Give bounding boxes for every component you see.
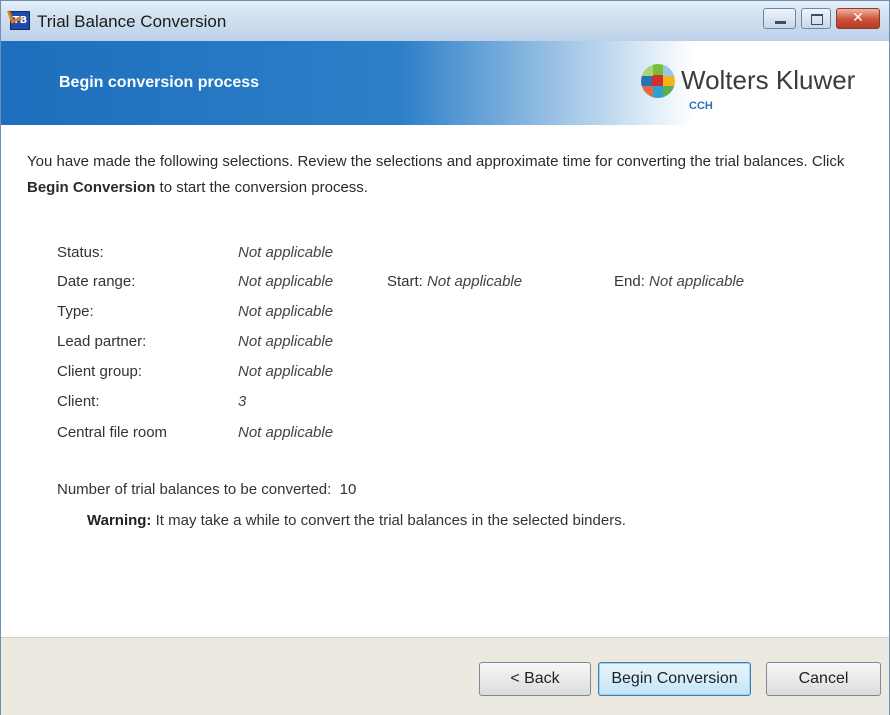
selection-label: Date range: bbox=[57, 273, 136, 290]
intro-text: You have made the following selections. … bbox=[27, 149, 877, 201]
date-range-end: End: Not applicable bbox=[614, 273, 744, 290]
selection-label: Client group: bbox=[57, 363, 143, 380]
selection-label: Status: bbox=[57, 244, 104, 261]
selection-label: Client: bbox=[57, 393, 100, 410]
selection-label: Type: bbox=[57, 303, 94, 320]
maximize-icon bbox=[811, 14, 823, 25]
logo-mark-icon bbox=[641, 64, 675, 98]
header-banner: Begin conversion process Wolters Kluwer … bbox=[1, 41, 889, 125]
selection-value: Not applicable bbox=[238, 273, 334, 290]
selection-label: Central file room bbox=[57, 424, 168, 441]
selection-value: 3 bbox=[238, 393, 247, 410]
app-icon: TB bbox=[7, 7, 30, 30]
selection-value: Not applicable bbox=[238, 244, 334, 261]
start-label: Start: bbox=[387, 273, 423, 290]
dialog-window: TB Trial Balance Conversion ✕ Begin conv… bbox=[0, 0, 890, 715]
logo-subtitle: CCH bbox=[689, 100, 713, 112]
trial-balance-count: Number of trial balances to be converted… bbox=[57, 481, 356, 498]
intro-text-part1: You have made the following selections. … bbox=[27, 153, 845, 170]
cancel-button[interactable]: Cancel bbox=[766, 662, 881, 696]
page-title: Begin conversion process bbox=[59, 74, 260, 91]
window-title: Trial Balance Conversion bbox=[37, 12, 227, 31]
maximize-button[interactable] bbox=[801, 8, 831, 29]
selection-label: Lead partner: bbox=[57, 333, 147, 350]
title-bar[interactable]: TB Trial Balance Conversion ✕ bbox=[1, 1, 889, 41]
date-range-start: Start: Not applicable bbox=[387, 273, 522, 290]
minimize-icon bbox=[775, 21, 786, 24]
start-value: Not applicable bbox=[427, 273, 523, 290]
count-value: 10 bbox=[339, 481, 357, 498]
minimize-button[interactable] bbox=[763, 8, 796, 29]
selection-value: Not applicable bbox=[238, 303, 334, 320]
begin-conversion-button[interactable]: Begin Conversion bbox=[598, 662, 751, 696]
warning-text: It may take a while to convert the trial… bbox=[155, 512, 626, 529]
selection-value: Not applicable bbox=[238, 363, 334, 380]
intro-text-part2: to start the conversion process. bbox=[155, 179, 368, 196]
selection-value: Not applicable bbox=[238, 333, 334, 350]
intro-bold-text: Begin Conversion bbox=[27, 179, 156, 196]
company-logo: Wolters Kluwer CCH bbox=[641, 63, 871, 117]
close-icon: ✕ bbox=[852, 10, 864, 26]
warning-message: Warning: It may take a while to convert … bbox=[87, 512, 626, 529]
logo-name: Wolters Kluwer bbox=[681, 65, 856, 95]
button-bar: < Back Begin Conversion Cancel bbox=[1, 637, 889, 715]
end-value: Not applicable bbox=[649, 273, 745, 290]
close-button[interactable]: ✕ bbox=[836, 8, 880, 29]
selection-value: Not applicable bbox=[238, 424, 334, 441]
end-label: End: bbox=[614, 273, 645, 290]
count-label: Number of trial balances to be converted… bbox=[57, 481, 332, 498]
warning-label: Warning: bbox=[87, 512, 152, 529]
back-button[interactable]: < Back bbox=[479, 662, 591, 696]
